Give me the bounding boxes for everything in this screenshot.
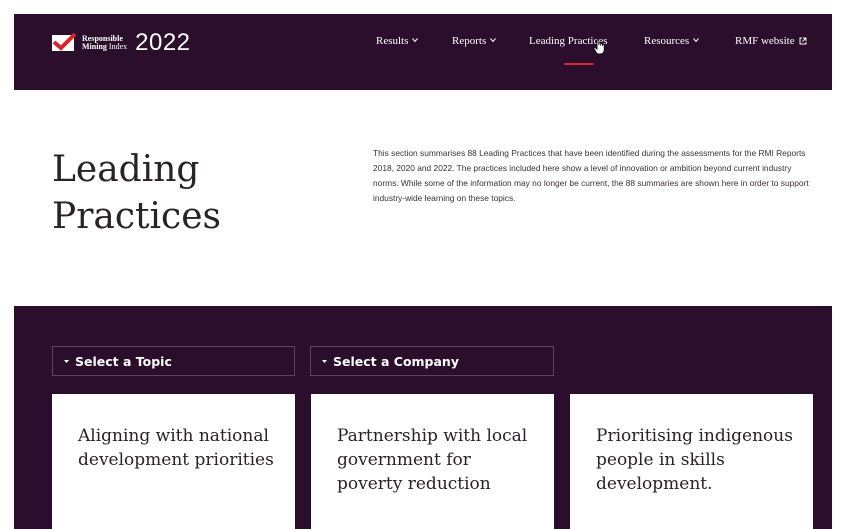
select-topic-label: Select a Topic	[75, 353, 172, 369]
nav-results[interactable]: Results	[376, 35, 419, 47]
chevron-down-icon	[412, 38, 419, 43]
select-company-dropdown[interactable]: Select a Company	[310, 346, 554, 376]
practice-card-title: Prioritising indigenous people in skills…	[596, 426, 793, 494]
nav-rmf-website-label: RMF website	[735, 35, 795, 47]
page-title-line-1: Leading	[52, 149, 200, 190]
practice-card[interactable]: Aligning with national development prior…	[52, 394, 295, 529]
hand-cursor-icon	[593, 39, 605, 55]
chevron-down-icon	[693, 38, 700, 43]
logo-wordmark: Responsible Mining Index	[82, 35, 127, 51]
nav-resources-label: Resources	[644, 35, 690, 47]
caret-down-icon	[322, 359, 327, 363]
rmi-logo[interactable]: Responsible Mining Index 2022	[52, 29, 191, 57]
caret-down-icon	[64, 359, 69, 363]
logo-line-2b: Index	[108, 42, 128, 51]
check-mark-logo-icon	[52, 33, 76, 53]
active-nav-underline	[564, 63, 594, 65]
page-title-line-2: Practices	[52, 196, 221, 237]
top-navigation-bar: Responsible Mining Index 2022 Results Re…	[14, 14, 832, 90]
logo-line-2a: Mining	[82, 42, 107, 51]
page-frame: Responsible Mining Index 2022 Results Re…	[14, 14, 832, 529]
hero-section: Leading Practices This section summarise…	[14, 90, 832, 306]
select-topic-dropdown[interactable]: Select a Topic	[52, 346, 295, 376]
practice-card-title: Aligning with national development prior…	[78, 426, 274, 470]
nav-reports[interactable]: Reports	[452, 35, 497, 47]
practice-card-title: Partnership with local government for po…	[337, 426, 528, 494]
section-description: This section summarises 88 Leading Pract…	[373, 148, 809, 203]
practice-card[interactable]: Prioritising indigenous people in skills…	[570, 394, 813, 529]
practice-card[interactable]: Partnership with local government for po…	[311, 394, 554, 529]
nav-rmf-website[interactable]: RMF website	[735, 35, 807, 47]
nav-results-label: Results	[376, 35, 409, 47]
practices-section: Select a Topic Select a Company Aligning…	[14, 306, 832, 529]
external-link-icon	[799, 37, 807, 45]
chevron-down-icon	[490, 38, 497, 43]
nav-resources[interactable]: Resources	[644, 35, 700, 47]
logo-year: 2022	[135, 29, 191, 56]
select-company-label: Select a Company	[333, 353, 459, 369]
nav-reports-label: Reports	[452, 35, 487, 47]
page-title: Leading Practices	[52, 146, 221, 240]
